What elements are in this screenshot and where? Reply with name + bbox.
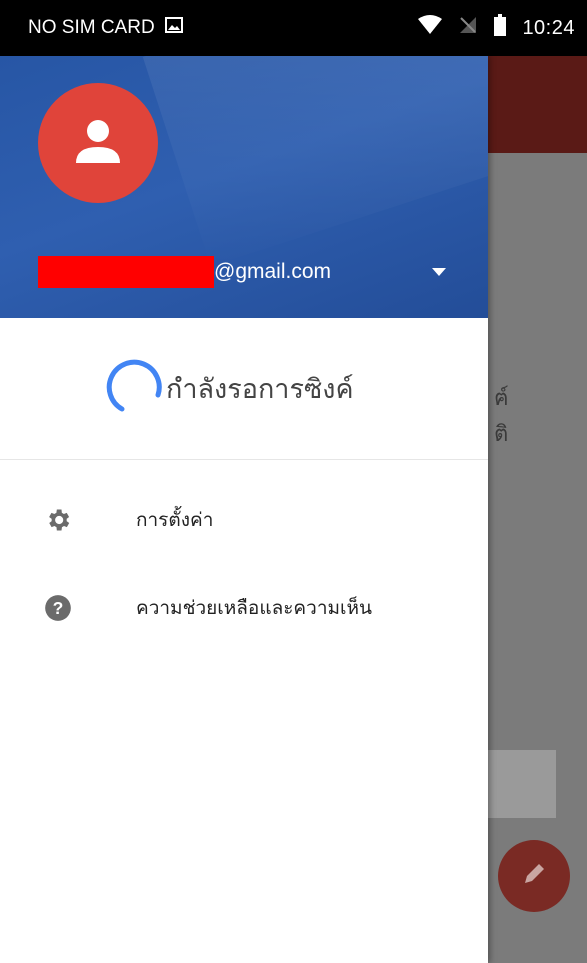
- drawer-header: @gmail.com: [0, 56, 488, 318]
- wifi-icon: [418, 15, 443, 41]
- status-right: 10:24: [418, 14, 575, 42]
- person-icon: [70, 113, 126, 173]
- sync-status-text: กำลังรอการซิงค์: [166, 374, 354, 405]
- background-card: [488, 750, 556, 818]
- carrier-text: NO SIM CARD: [28, 17, 155, 38]
- arrow-drop-down-icon[interactable]: [430, 264, 448, 283]
- menu-item-help[interactable]: ? ความช่วยเหลือและความเห็น: [0, 564, 488, 652]
- no-signal-icon: [458, 15, 478, 41]
- status-bar: NO SIM CARD 10:24: [0, 0, 587, 56]
- pencil-icon: [519, 859, 549, 893]
- menu-item-settings-label: การตั้งค่า: [136, 509, 214, 531]
- header-decoration: [142, 56, 488, 267]
- redacted-email: [38, 256, 214, 288]
- sync-status-row: กำลังรอการซิงค์: [0, 318, 488, 460]
- background-text-1: ฅ์: [494, 386, 509, 411]
- menu-item-help-label: ความช่วยเหลือและความเห็น: [136, 597, 373, 619]
- help-icon: ?: [44, 594, 72, 622]
- status-time: 10:24: [522, 16, 575, 39]
- image-icon: [164, 17, 183, 39]
- drawer-menu: การตั้งค่า ? ความช่วยเหลือและความเห็น: [0, 476, 488, 652]
- compose-fab[interactable]: [498, 840, 570, 912]
- account-email: @gmail.com: [214, 260, 332, 283]
- background-text-2: ติ: [494, 422, 509, 447]
- status-left: NO SIM CARD: [28, 17, 183, 39]
- battery-icon: [494, 14, 507, 42]
- gear-icon: [44, 506, 72, 534]
- account-switcher[interactable]: @gmail.com: [38, 254, 458, 290]
- background-toolbar: [488, 56, 587, 153]
- svg-text:?: ?: [53, 598, 64, 618]
- menu-item-settings[interactable]: การตั้งค่า: [0, 476, 488, 564]
- navigation-drawer: @gmail.com กำลังรอการซิงค์ การตั้งค่า ? …: [0, 56, 488, 963]
- avatar[interactable]: [38, 83, 158, 203]
- sync-spinner-icon: [104, 357, 164, 421]
- background-app[interactable]: ฅ์ ติ: [488, 56, 587, 963]
